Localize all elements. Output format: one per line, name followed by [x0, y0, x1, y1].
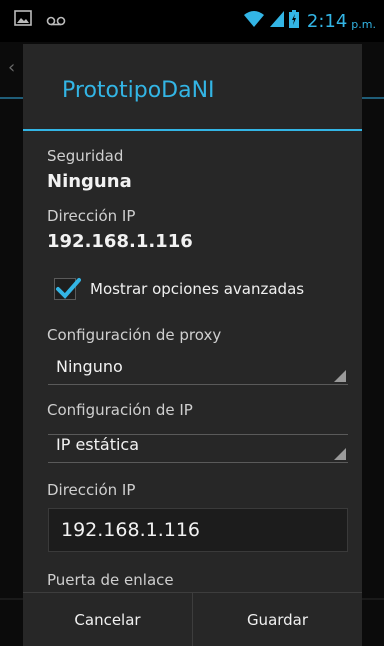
ip-settings-spinner-spacer — [48, 404, 348, 434]
ip-settings-value: IP estática — [56, 435, 140, 454]
wifi-network-dialog: PrototipoDaNI Seguridad Ninguna Direcció… — [23, 44, 362, 646]
proxy-settings-spinner[interactable]: Ninguno — [48, 354, 348, 385]
dropdown-triangle-icon — [334, 370, 346, 382]
advanced-options-checkbox[interactable] — [54, 278, 81, 300]
dropdown-triangle-icon — [334, 448, 346, 460]
clock-ampm: p.m. — [351, 17, 376, 31]
signal-icon — [269, 10, 285, 32]
advanced-options-label: Mostrar opciones avanzadas — [90, 280, 305, 298]
ip-address-input-box[interactable] — [48, 508, 348, 552]
image-icon — [14, 10, 32, 30]
cancel-button[interactable]: Cancelar — [23, 593, 192, 646]
ip-settings-dropdown[interactable]: IP estática — [48, 432, 348, 463]
ip-address-label: Dirección IP — [47, 207, 136, 225]
title-divider — [23, 129, 362, 131]
back-chevron-icon: ‹ — [8, 57, 16, 78]
clock-time: 2:14 — [306, 10, 348, 32]
dialog-button-bar: Cancelar Guardar — [23, 592, 362, 646]
dialog-title: PrototipoDaNI — [62, 78, 215, 103]
wifi-icon — [243, 10, 265, 32]
advanced-options-row[interactable]: Mostrar opciones avanzadas — [54, 278, 304, 300]
gateway-label: Puerta de enlace — [47, 571, 174, 589]
ip-address-value: 192.168.1.116 — [47, 231, 193, 252]
battery-icon — [288, 10, 299, 32]
security-label: Seguridad — [47, 147, 124, 165]
checkmark-icon — [56, 278, 81, 299]
status-bar: 2:14 p.m. — [0, 0, 384, 42]
ip-address-input[interactable] — [49, 509, 347, 551]
ip-address-field-label: Dirección IP — [47, 481, 136, 499]
proxy-settings-value: Ninguno — [56, 357, 123, 376]
save-button[interactable]: Guardar — [193, 593, 362, 646]
proxy-settings-label: Configuración de proxy — [47, 326, 222, 344]
voicemail-icon — [46, 11, 66, 30]
security-value: Ninguna — [47, 171, 132, 192]
